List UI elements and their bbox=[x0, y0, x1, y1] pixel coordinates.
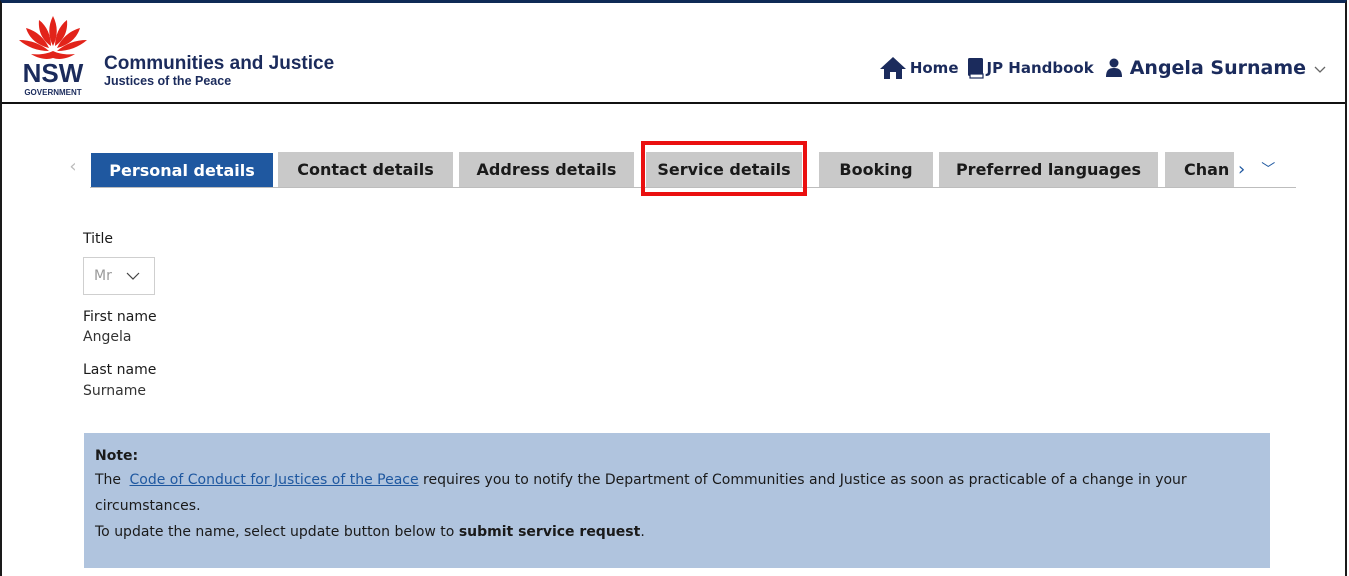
nsw-government-logo[interactable]: NSW GOVERNMENT bbox=[17, 14, 89, 100]
chevron-down-icon bbox=[126, 272, 140, 280]
tabs-underline bbox=[90, 187, 1296, 188]
user-menu[interactable]: Angela Surname bbox=[1105, 57, 1327, 79]
tabs-scroll-right-button[interactable]: › bbox=[1238, 160, 1245, 179]
title-label: Title bbox=[83, 231, 114, 247]
tab-address-details[interactable]: Address details bbox=[459, 152, 634, 187]
title-select[interactable]: Mr bbox=[83, 257, 155, 295]
last-name-label: Last name bbox=[83, 362, 157, 378]
chevron-down-icon bbox=[1314, 66, 1326, 73]
site-header: NSW GOVERNMENT Communities and Justice J… bbox=[2, 3, 1345, 104]
book-icon bbox=[967, 58, 984, 79]
profile-tabs: ‹ Personal details Contact details Addre… bbox=[66, 141, 1296, 196]
tab-service-details[interactable]: Service details bbox=[646, 152, 802, 187]
tab-change-truncated[interactable]: Chan bbox=[1165, 152, 1245, 187]
last-name-value: Surname bbox=[83, 383, 146, 399]
logo-government-text: GOVERNMENT bbox=[24, 88, 81, 97]
tab-contact-details[interactable]: Contact details bbox=[278, 152, 453, 187]
note-instruction-text: To update the name, select update button… bbox=[95, 524, 459, 540]
user-name: Angela Surname bbox=[1129, 57, 1306, 79]
tab-booking[interactable]: Booking bbox=[819, 152, 933, 187]
title-select-value: Mr bbox=[94, 268, 112, 284]
tab-personal-details[interactable]: Personal details bbox=[91, 153, 273, 187]
top-navigation: Home JP Handbook Angela Surname bbox=[879, 53, 1327, 83]
note-paragraph: The Code of Conduct for Justices of the … bbox=[95, 467, 1259, 519]
note-instruction-end: . bbox=[640, 524, 645, 540]
tab-preferred-languages[interactable]: Preferred languages bbox=[939, 152, 1158, 187]
brand-subtitle: Justices of the Peace bbox=[104, 74, 232, 88]
note-panel: Note: The Code of Conduct for Justices o… bbox=[84, 433, 1270, 568]
note-heading: Note: bbox=[95, 448, 139, 464]
home-link[interactable]: Home bbox=[879, 56, 959, 80]
note-instruction-bold: submit service request bbox=[458, 524, 641, 540]
note-instruction: To update the name, select update button… bbox=[95, 519, 1259, 545]
home-link-label: Home bbox=[909, 59, 959, 77]
home-icon bbox=[879, 57, 906, 79]
brand-title: Communities and Justice bbox=[104, 53, 335, 74]
tabs-nav-controls: › ﹀ bbox=[1234, 152, 1296, 187]
code-of-conduct-link[interactable]: Code of Conduct for Justices of the Peac… bbox=[130, 472, 419, 488]
jp-handbook-label: JP Handbook bbox=[986, 59, 1094, 77]
tabs-overflow-menu-button[interactable]: ﹀ bbox=[1261, 163, 1275, 177]
user-icon bbox=[1105, 58, 1122, 77]
first-name-label: First name bbox=[83, 309, 157, 325]
first-name-value: Angela bbox=[83, 329, 132, 345]
logo-nsw-text: NSW bbox=[23, 58, 84, 88]
note-prefix: The bbox=[95, 472, 122, 488]
tabs-scroll-left-button[interactable]: ‹ bbox=[66, 156, 80, 178]
jp-handbook-link[interactable]: JP Handbook bbox=[967, 57, 1094, 79]
